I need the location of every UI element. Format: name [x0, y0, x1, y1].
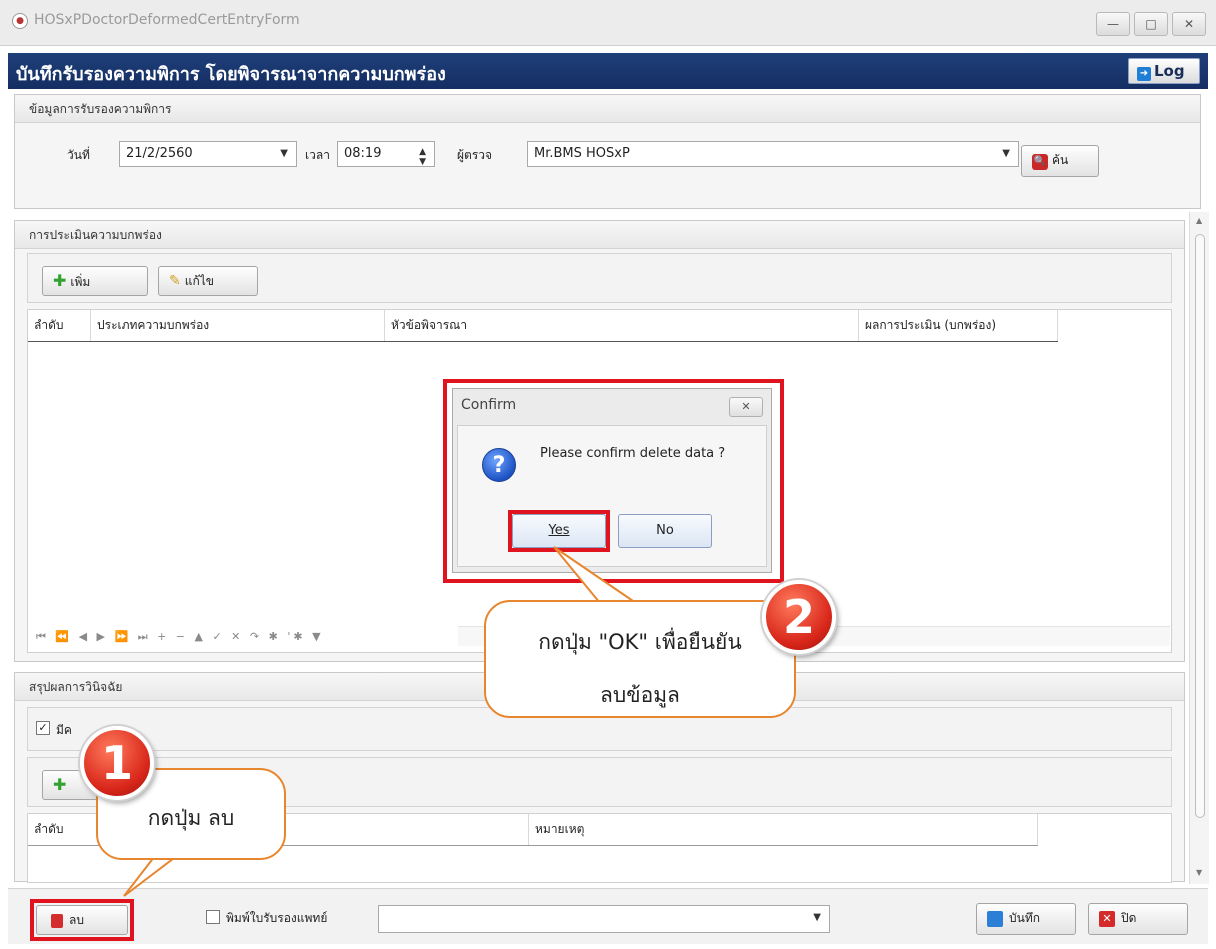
delete-label: ลบ	[69, 913, 84, 927]
window-title: HOSxPDoctorDeformedCertEntryForm	[34, 12, 300, 28]
form-title: บันทึกรับรองความพิการ โดยพิจารณาจากความบ…	[16, 64, 446, 85]
col-impairment-type[interactable]: ประเภทความบกพร่อง	[90, 310, 384, 341]
checkbox-empty-icon	[206, 909, 220, 924]
close-red-icon: ✕	[1099, 910, 1115, 927]
app-icon: ●	[12, 13, 28, 29]
spinner-updown-icon[interactable]: ▲ ▼	[419, 147, 426, 167]
callout2-line1: กดปุ่ม "OK" เพื่อยืนยัน	[538, 630, 742, 654]
callout2-line2: ลบข้อมูล	[600, 683, 680, 707]
yes-label: Yes	[548, 523, 570, 538]
search-button[interactable]: 🔍 ค้น	[1021, 145, 1099, 177]
chevron-down-icon: ▼	[1002, 148, 1010, 159]
chevron-down-icon: ▼	[813, 912, 821, 923]
col-consideration[interactable]: หัวข้อพิจารณา	[384, 310, 858, 341]
grid-navigator[interactable]: ⏮ ⏪ ◀ ▶ ⏩ ⏭ + − ▲ ✓ ✕ ↷ ✱ '✱ ▼	[36, 630, 324, 644]
delete-button[interactable]: ลบ	[36, 905, 128, 935]
window-close-button[interactable]: ✕	[1172, 12, 1206, 36]
question-icon: ?	[482, 448, 516, 482]
step2-badge: 2	[762, 580, 836, 654]
checkmark-icon: ✓	[36, 720, 50, 735]
log-label: Log	[1154, 62, 1185, 80]
print-template-combo[interactable]: ▼	[378, 905, 830, 933]
save-button[interactable]: บันทึก	[976, 903, 1076, 935]
dialog-message: Please confirm delete data ?	[540, 446, 726, 461]
step1-badge: 1	[80, 726, 154, 800]
log-icon: ➜	[1137, 67, 1151, 81]
dialog-close-button[interactable]: ✕	[729, 397, 763, 417]
date-value: 21/2/2560	[126, 146, 193, 161]
time-value: 08:19	[344, 146, 382, 161]
maximize-button[interactable]: □	[1134, 12, 1168, 36]
no-button[interactable]: No	[618, 514, 712, 548]
chevron-down-icon: ▼	[280, 148, 288, 159]
close-label: ปิด	[1121, 911, 1137, 925]
date-picker[interactable]: 21/2/2560 ▼	[119, 141, 297, 167]
col-result[interactable]: ผลการประเมิน (บกพร่อง)	[858, 310, 1058, 341]
col-summary-order[interactable]: ลำดับ	[28, 814, 90, 845]
plus-icon: ✚	[53, 775, 67, 794]
time-spinner[interactable]: 08:19 ▲ ▼	[337, 141, 435, 167]
col-summary-note[interactable]: หมายเหตุ	[528, 814, 1038, 845]
form-header: บันทึกรับรองความพิการ โดยพิจารณาจากความบ…	[8, 53, 1208, 89]
summary-checkbox[interactable]: ✓	[36, 720, 50, 735]
callout1-text: กดปุ่ม ลบ	[147, 806, 235, 830]
yes-button[interactable]: Yes	[512, 514, 606, 548]
examiner-label: ผู้ตรวจ	[457, 148, 493, 162]
assessment-toolbar: ✚ เพิ่ม ✎ แก้ไข	[27, 253, 1172, 303]
col-order[interactable]: ลำดับ	[28, 310, 90, 341]
form-vertical-scrollbar[interactable]: ▲ ▼	[1189, 212, 1209, 884]
assessment-grid-header: ลำดับ ประเภทความบกพร่อง หัวข้อพิจารณา ผล…	[28, 310, 1058, 342]
save-label: บันทึก	[1009, 911, 1040, 925]
cert-info-group-label: ข้อมูลการรับรองความพิการ	[15, 95, 1200, 123]
dialog-title: Confirm	[461, 397, 517, 413]
examiner-combo[interactable]: Mr.BMS HOSxP ▼	[527, 141, 1019, 167]
print-checkbox[interactable]	[206, 909, 220, 924]
time-label: เวลา	[305, 148, 330, 162]
assessment-group-label: การประเมินความบกพร่อง	[15, 221, 1184, 249]
examiner-value: Mr.BMS HOSxP	[534, 146, 630, 161]
plus-icon: ✚	[53, 271, 67, 290]
scroll-down-icon[interactable]: ▼	[1196, 868, 1202, 877]
print-label: พิมพ์ใบรับรองแพทย์	[226, 911, 328, 925]
edit-assessment-button[interactable]: ✎ แก้ไข	[158, 266, 258, 296]
date-label: วันที่	[67, 148, 90, 162]
scroll-thumb[interactable]	[1195, 234, 1205, 818]
add-label: เพิ่ม	[70, 275, 91, 289]
floppy-disk-icon	[987, 910, 1003, 927]
log-button[interactable]: ➜ Log	[1128, 58, 1200, 84]
search-label: ค้น	[1052, 153, 1069, 167]
minimize-button[interactable]: —	[1096, 12, 1130, 36]
edit-label: แก้ไข	[184, 274, 214, 288]
add-assessment-button[interactable]: ✚ เพิ่ม	[42, 266, 148, 296]
pencil-icon: ✎	[169, 273, 181, 289]
window-titlebar: ● HOSxPDoctorDeformedCertEntryForm — □ ✕	[0, 0, 1216, 46]
callout-step2: กดปุ่ม "OK" เพื่อยืนยัน ลบข้อมูล	[484, 600, 796, 718]
delete-highlight: ลบ	[30, 899, 134, 941]
cert-info-group: ข้อมูลการรับรองความพิการ วันที่ 21/2/256…	[14, 94, 1201, 209]
no-label: No	[656, 523, 674, 538]
footer-bar: ลบ พิมพ์ใบรับรองแพทย์ ▼ บันทึก ✕ ปิด	[8, 888, 1208, 944]
summary-check-label: มีค	[56, 723, 72, 737]
scroll-up-icon[interactable]: ▲	[1196, 216, 1202, 225]
search-icon: 🔍	[1032, 154, 1048, 170]
trash-icon	[51, 913, 63, 928]
close-button[interactable]: ✕ ปิด	[1088, 903, 1188, 935]
